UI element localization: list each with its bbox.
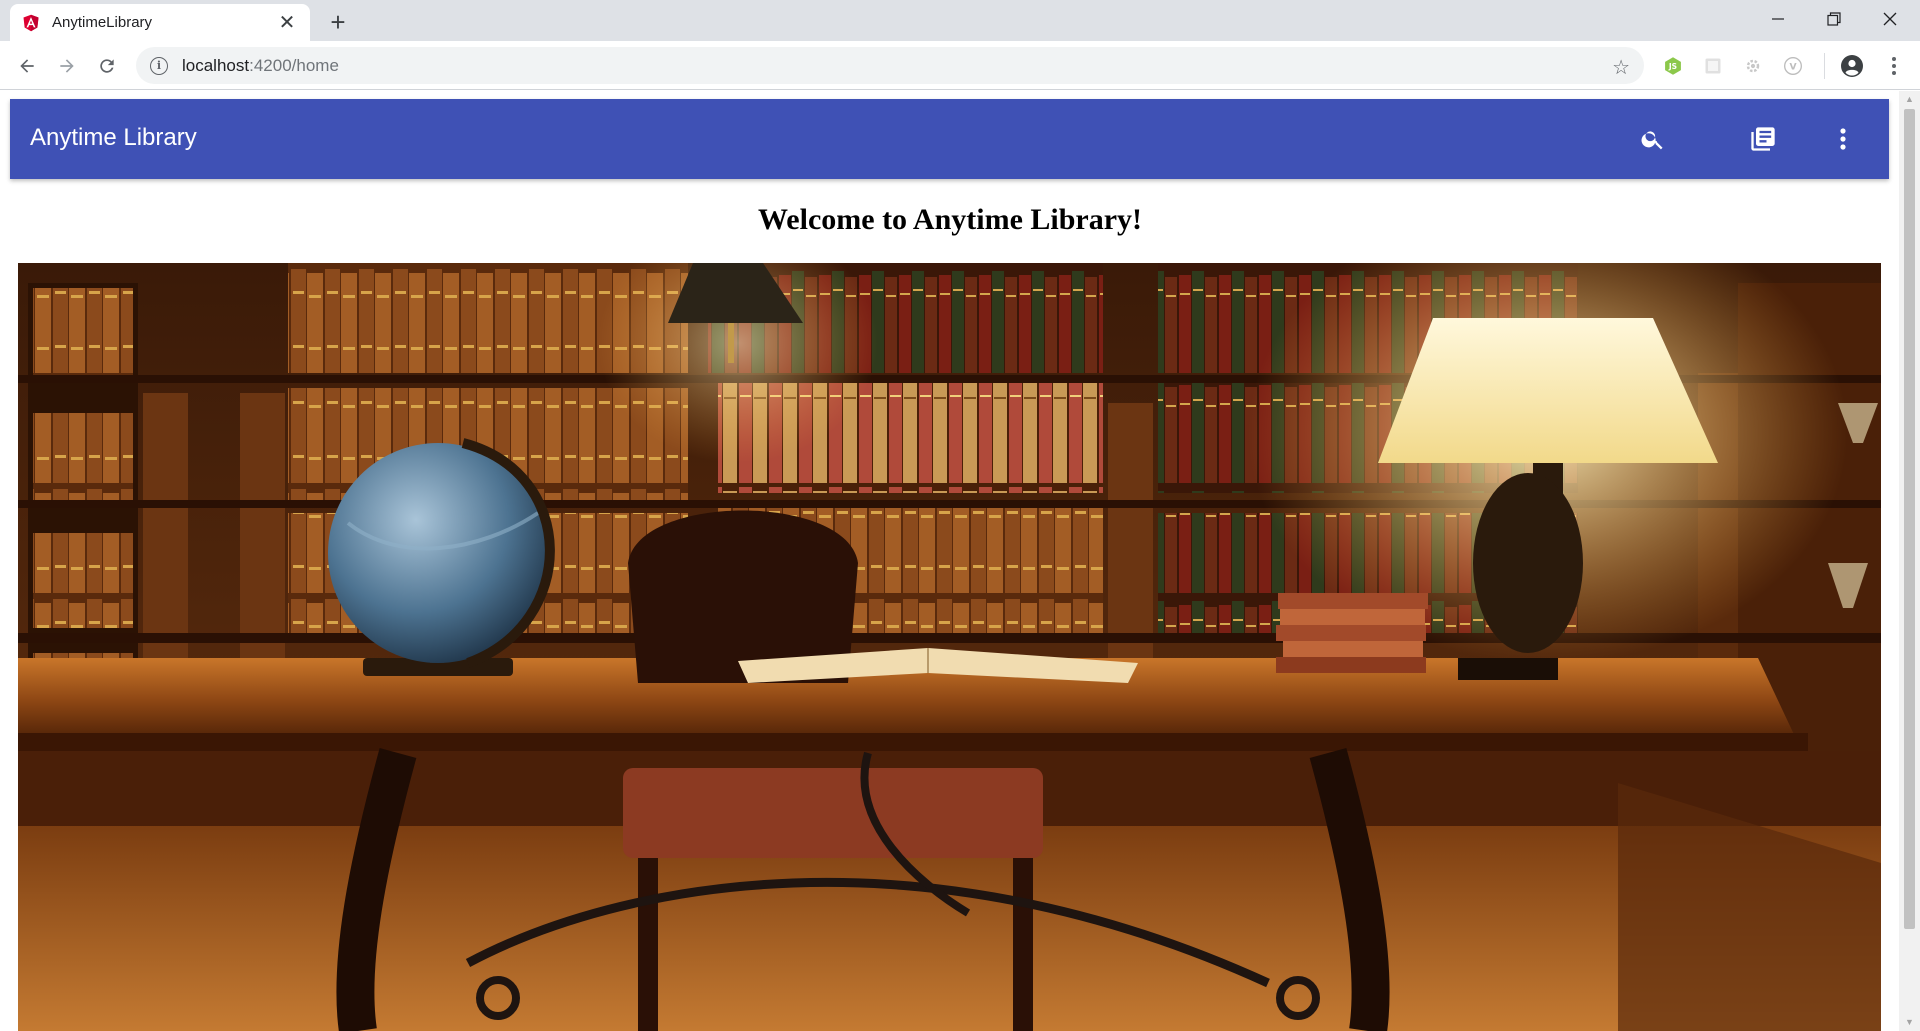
scroll-thumb[interactable] (1904, 109, 1915, 929)
search-icon[interactable] (1633, 119, 1673, 159)
svg-text:JS: JS (1668, 62, 1677, 71)
address-bar[interactable]: i localhost:4200/home ☆ (136, 47, 1644, 84)
url-path: :4200/home (249, 55, 339, 75)
library-room-photo (18, 263, 1881, 1031)
page-scrollbar[interactable]: ▲ ▼ (1899, 91, 1920, 1031)
bookmark-star-icon[interactable]: ☆ (1612, 55, 1630, 80)
gear-extension-icon[interactable] (1741, 54, 1765, 78)
forward-icon[interactable] (50, 49, 84, 83)
new-tab-button[interactable]: + (322, 6, 354, 38)
browser-toolbar: i localhost:4200/home ☆ JS V (0, 41, 1920, 90)
vue-extension-icon[interactable]: V (1781, 54, 1805, 78)
browser-tab-strip: AnytimeLibrary ✕ + (0, 0, 1920, 41)
browser-tab[interactable]: AnytimeLibrary ✕ (10, 4, 310, 41)
tab-close-icon[interactable]: ✕ (276, 12, 298, 34)
tab-title: AnytimeLibrary (52, 14, 153, 31)
app-title[interactable]: Anytime Library (30, 124, 197, 152)
close-window-icon[interactable] (1862, 0, 1918, 38)
minimize-icon[interactable] (1750, 0, 1806, 38)
url-text[interactable]: localhost:4200/home (182, 56, 339, 76)
svg-text:V: V (1789, 61, 1797, 72)
library-books-icon[interactable] (1743, 119, 1783, 159)
reload-icon[interactable] (90, 49, 124, 83)
nodejs-extension-icon[interactable]: JS (1661, 54, 1685, 78)
page-viewport: Anytime Library Welcome to Anytime Libra… (0, 91, 1920, 1031)
more-vert-icon[interactable] (1823, 119, 1863, 159)
toolbar-separator (1824, 53, 1825, 79)
scroll-down-icon[interactable]: ▼ (1904, 1017, 1915, 1027)
app-toolbar: Anytime Library (10, 99, 1889, 179)
back-icon[interactable] (10, 49, 44, 83)
url-host: localhost (182, 55, 250, 75)
profile-icon[interactable] (1840, 54, 1864, 78)
site-info-icon[interactable]: i (150, 56, 168, 75)
page-title: Welcome to Anytime Library! (757, 203, 1143, 236)
chrome-menu-icon[interactable] (1882, 54, 1906, 78)
restore-icon[interactable] (1806, 0, 1862, 38)
scroll-up-icon[interactable]: ▲ (1904, 94, 1915, 104)
extension-icon[interactable] (1701, 54, 1725, 78)
angular-icon (23, 14, 39, 31)
